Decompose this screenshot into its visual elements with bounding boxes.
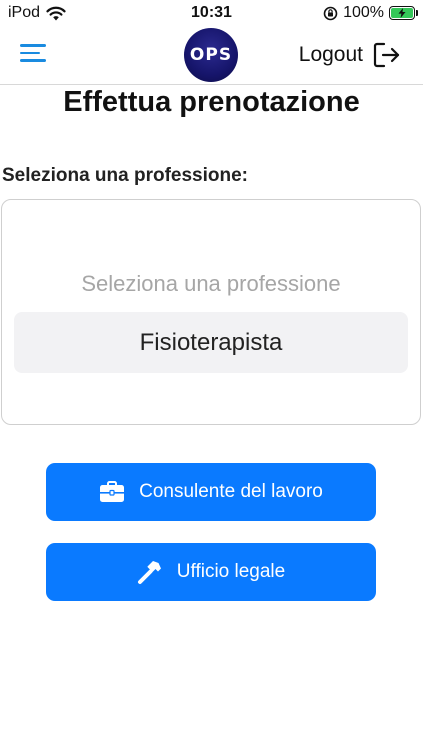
ufficio-legale-label: Ufficio legale — [176, 561, 286, 582]
page-title: Effettua prenotazione — [63, 86, 360, 118]
nav-bar: OPS Logout — [0, 28, 423, 85]
menu-icon — [20, 44, 46, 47]
battery-percent: 100% — [343, 4, 384, 21]
battery-charging-icon — [389, 6, 418, 20]
hammer-icon — [137, 559, 163, 585]
profession-picker[interactable]: Seleziona una professione Fisioterapista — [1, 199, 421, 425]
section-label: Seleziona una professione: — [2, 165, 248, 186]
status-right: 100% — [323, 4, 418, 22]
picker-placeholder: Seleziona una professione — [81, 271, 341, 296]
status-bar: iPod 10:31 100% — [0, 0, 423, 28]
menu-button[interactable] — [20, 44, 46, 66]
logout-icon — [373, 42, 401, 68]
logo: OPS — [184, 28, 238, 82]
logout-label: Logout — [298, 43, 363, 66]
briefcase-icon — [99, 481, 125, 503]
picker-selected-option[interactable]: Fisioterapista — [14, 312, 408, 373]
consulente-del-lavoro-button[interactable]: Consulente del lavoro — [46, 463, 376, 521]
ufficio-legale-button[interactable]: Ufficio legale — [46, 543, 376, 601]
logo-text: OPS — [189, 45, 233, 65]
consulente-del-lavoro-label: Consulente del lavoro — [139, 481, 323, 502]
rotation-lock-icon — [323, 6, 338, 21]
logout-button[interactable]: Logout — [299, 42, 401, 68]
